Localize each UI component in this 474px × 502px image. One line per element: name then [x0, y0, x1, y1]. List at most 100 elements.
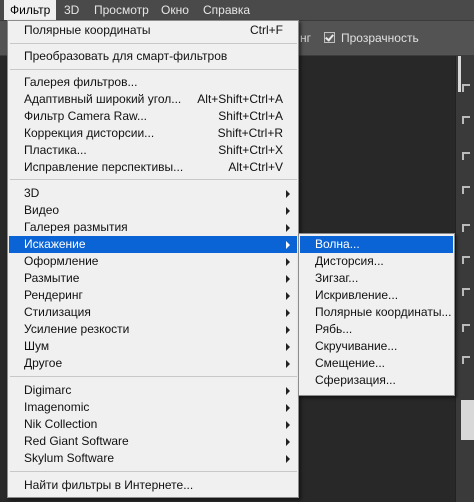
submenu-arrow-icon: [286, 360, 290, 368]
menu-3d[interactable]: 3D: [58, 0, 85, 20]
distort-submenu: Волна... Дисторсия... Зигзаг... Искривле…: [298, 233, 455, 396]
menu-item-liquify[interactable]: Пластика... Shift+Ctrl+X: [9, 142, 297, 159]
menu-item-shortcut: Alt+Shift+Ctrl+A: [197, 92, 283, 106]
menu-separator: [10, 69, 297, 70]
menu-item-camera-raw[interactable]: Фильтр Camera Raw... Shift+Ctrl+A: [9, 108, 297, 125]
panel-divider: [458, 56, 461, 92]
menu-item-lens-correction[interactable]: Коррекция дисторсии... Shift+Ctrl+R: [9, 125, 297, 142]
panel-icon[interactable]: [462, 256, 470, 264]
menu-item-digimarc[interactable]: Digimarc: [9, 382, 297, 399]
panel-tab[interactable]: [461, 400, 474, 440]
submenu-item-label: Искривление...: [315, 288, 399, 302]
menu-item-label: Рендеринг: [24, 288, 83, 302]
panel-icon[interactable]: [462, 186, 470, 194]
menu-view[interactable]: Просмотр: [88, 0, 155, 20]
menu-window[interactable]: Окно: [155, 0, 195, 20]
menu-item-label: Nik Collection: [24, 417, 98, 431]
menu-item-label: Усиление резкости: [24, 322, 130, 336]
menu-item-label: Адаптивный широкий угол...: [24, 92, 182, 106]
panel-icon[interactable]: [462, 152, 470, 160]
menu-item-shortcut: Shift+Ctrl+X: [218, 143, 283, 157]
menu-item-vanishing-point[interactable]: Исправление перспективы... Alt+Ctrl+V: [9, 159, 297, 176]
menu-item-label: Фильтр Camera Raw...: [24, 109, 148, 123]
menu-item-label: Видео: [24, 203, 60, 217]
menu-item-red-giant[interactable]: Red Giant Software: [9, 433, 297, 450]
submenu-item-label: Волна...: [315, 237, 360, 251]
panel-icon[interactable]: [462, 356, 470, 364]
menu-filter[interactable]: Фильтр: [4, 0, 57, 20]
menu-item-stylize-artistic[interactable]: Оформление: [9, 253, 297, 270]
transparency-checkbox[interactable]: [324, 32, 335, 43]
panel-icon[interactable]: [462, 84, 470, 92]
menu-item-other[interactable]: Другое: [9, 355, 297, 372]
submenu-item-ripple[interactable]: Рябь...: [300, 321, 453, 338]
submenu-item-zigzag[interactable]: Зигзаг...: [300, 270, 453, 287]
submenu-item-label: Смещение...: [315, 356, 386, 370]
menu-item-shortcut: Shift+Ctrl+R: [217, 126, 283, 140]
menu-item-label: Шум: [24, 339, 50, 353]
menu-item-skylum[interactable]: Skylum Software: [9, 450, 297, 467]
submenu-arrow-icon: [286, 275, 290, 283]
menu-item-shortcut: Shift+Ctrl+A: [218, 109, 283, 123]
menu-item-sharpen[interactable]: Усиление резкости: [9, 321, 297, 338]
menu-item-noise[interactable]: Шум: [9, 338, 297, 355]
submenu-arrow-icon: [286, 190, 290, 198]
submenu-arrow-icon: [286, 258, 290, 266]
submenu-item-label: Полярные координаты...: [315, 305, 452, 319]
menu-item-label: Стилизация: [24, 305, 91, 319]
menu-item-blur[interactable]: Размытие: [9, 270, 297, 287]
menu-separator: [10, 471, 297, 472]
submenu-item-label: Скручивание...: [315, 339, 398, 353]
app-menubar: Фильтр 3D Просмотр Окно Справка: [0, 0, 474, 21]
panel-icon[interactable]: [462, 116, 470, 124]
menu-item-render[interactable]: Рендеринг: [9, 287, 297, 304]
menu-item-label: Skylum Software: [24, 451, 115, 465]
submenu-item-polar-coordinates[interactable]: Полярные координаты...: [300, 304, 453, 321]
menu-item-label: Red Giant Software: [24, 434, 129, 448]
menu-item-video[interactable]: Видео: [9, 202, 297, 219]
menu-item-label: Галерея фильтров...: [24, 75, 138, 89]
submenu-item-twirl[interactable]: Скручивание...: [300, 338, 453, 355]
menu-item-convert-smart[interactable]: Преобразовать для смарт-фильтров: [9, 48, 297, 65]
submenu-arrow-icon: [286, 326, 290, 334]
menu-item-label: Оформление: [24, 254, 99, 268]
submenu-item-wave[interactable]: Волна...: [300, 236, 453, 253]
menu-item-last-filter[interactable]: Полярные координаты Ctrl+F: [9, 22, 297, 39]
submenu-arrow-icon: [286, 421, 290, 429]
submenu-arrow-icon: [286, 455, 290, 463]
menu-item-blur-gallery[interactable]: Галерея размытия: [9, 219, 297, 236]
menu-item-label: Преобразовать для смарт-фильтров: [24, 49, 228, 63]
submenu-item-displace[interactable]: Дисторсия...: [300, 253, 453, 270]
menu-separator: [10, 43, 297, 44]
panel-icon[interactable]: [462, 324, 470, 332]
menu-item-label: Исправление перспективы...: [24, 160, 184, 174]
submenu-item-shear[interactable]: Искривление...: [300, 287, 453, 304]
submenu-arrow-icon: [286, 438, 290, 446]
submenu-item-pinch[interactable]: Смещение...: [300, 355, 453, 372]
menu-item-browse-online[interactable]: Найти фильтры в Интернете...: [9, 477, 297, 494]
menu-item-adaptive-wide-angle[interactable]: Адаптивный широкий угол... Alt+Shift+Ctr…: [9, 91, 297, 108]
menu-help[interactable]: Справка: [197, 0, 256, 20]
submenu-arrow-icon: [286, 343, 290, 351]
menu-item-label: Другое: [24, 356, 63, 370]
menu-item-imagenomic[interactable]: Imagenomic: [9, 399, 297, 416]
filter-menu: Полярные координаты Ctrl+F Преобразовать…: [7, 20, 299, 498]
menu-item-distort[interactable]: Искажение: [9, 236, 297, 253]
menu-item-3d[interactable]: 3D: [9, 185, 297, 202]
options-label-fragment: нг: [300, 31, 312, 45]
submenu-arrow-icon: [286, 404, 290, 412]
menu-item-stylize[interactable]: Стилизация: [9, 304, 297, 321]
menu-item-label: Найти фильтры в Интернете...: [24, 478, 194, 492]
panel-icon[interactable]: [462, 224, 470, 232]
menu-item-filter-gallery[interactable]: Галерея фильтров...: [9, 74, 297, 91]
panel-icon[interactable]: [462, 288, 470, 296]
submenu-arrow-icon: [286, 224, 290, 232]
menu-item-label: Digimarc: [24, 383, 72, 397]
submenu-arrow-icon: [286, 292, 290, 300]
menu-separator: [10, 179, 297, 180]
submenu-arrow-icon: [286, 241, 290, 249]
menu-item-nik-collection[interactable]: Nik Collection: [9, 416, 297, 433]
menu-item-label: Искажение: [24, 237, 86, 251]
submenu-item-spherize[interactable]: Сферизация...: [300, 372, 453, 389]
menu-item-label: Галерея размытия: [24, 220, 128, 234]
